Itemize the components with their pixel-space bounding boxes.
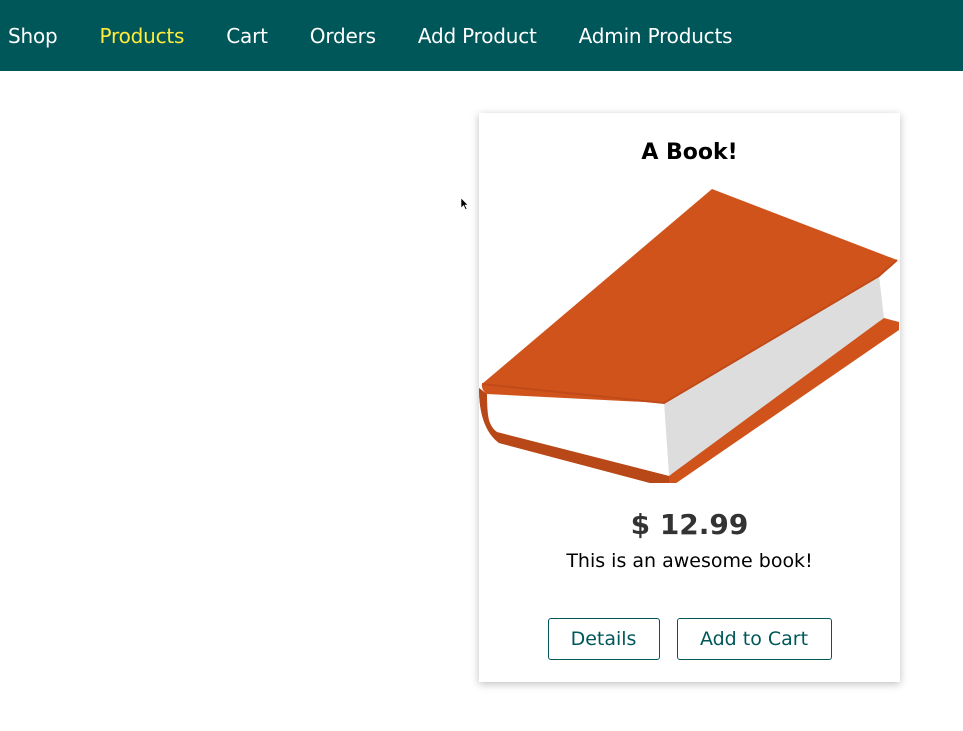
product-card: A Book! $ 12.99 This is an awesome book!… (479, 113, 900, 682)
details-button[interactable]: Details (547, 618, 660, 660)
book-icon (479, 189, 899, 483)
nav-item-cart[interactable]: Cart (226, 24, 268, 48)
card-actions: Details Add to Cart (479, 618, 900, 660)
nav-item-products[interactable]: Products (100, 24, 185, 48)
product-price: $ 12.99 (630, 508, 749, 541)
main-header: Shop Products Cart Orders Add Product Ad… (0, 0, 963, 71)
nav-item-shop[interactable]: Shop (8, 24, 58, 48)
mouse-pointer-icon (461, 198, 469, 210)
nav-item-admin-products[interactable]: Admin Products (579, 24, 733, 48)
main-nav: Shop Products Cart Orders Add Product Ad… (0, 0, 963, 71)
nav-item-orders[interactable]: Orders (310, 24, 376, 48)
nav-item-add-product[interactable]: Add Product (418, 24, 537, 48)
add-to-cart-button[interactable]: Add to Cart (676, 618, 832, 660)
nav-list: Shop Products Cart Orders Add Product Ad… (0, 0, 963, 71)
product-title: A Book! (641, 140, 738, 165)
product-description: This is an awesome book! (566, 550, 813, 572)
